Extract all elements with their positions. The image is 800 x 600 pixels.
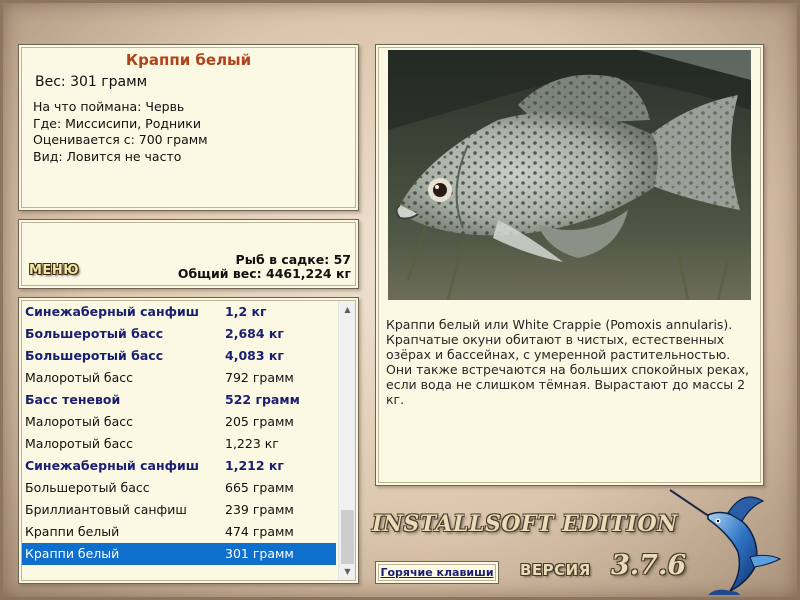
scroll-up-arrow-icon[interactable]: ▲	[339, 301, 356, 318]
list-item-weight: 301 грамм	[225, 546, 294, 561]
total-weight: Общий вес: 4461,224 кг	[177, 266, 351, 281]
location-line: Где: Миссисипи, Родники	[33, 115, 201, 131]
list-item-name: Малоротый басс	[25, 436, 134, 451]
list-item[interactable]: Краппи белый 474 грамм	[22, 521, 336, 543]
list-item-weight: 474 грамм	[225, 524, 294, 539]
menu-button[interactable]: МЕНЮ	[29, 263, 79, 278]
list-item-name: Большеротый басс	[25, 326, 164, 341]
list-item[interactable]: Синежаберный санфиш 1,212 кг	[22, 455, 336, 477]
edition-title: INSTALLSOFT EDITION	[372, 511, 678, 537]
fish-media-panel: Краппи белый или White Crappie (Pomoxis …	[375, 44, 764, 486]
list-item[interactable]: Большеротый басс 665 грамм	[22, 477, 336, 499]
list-item-name: Бриллиантовый санфиш	[25, 502, 187, 517]
fish-description: Краппи белый или White Crappie (Pomoxis …	[386, 317, 749, 407]
list-item-weight: 792 грамм	[225, 370, 294, 385]
list-item-name: Большеротый басс	[25, 480, 150, 495]
list-item-name: Синежаберный санфиш	[25, 458, 200, 473]
fish-count: Рыб в садке: 57	[235, 252, 351, 267]
list-item-weight: 2,684 кг	[225, 326, 284, 341]
list-item-name: Малоротый басс	[25, 370, 134, 385]
hotkeys-link[interactable]: Горячие клавиши	[375, 561, 499, 584]
list-item[interactable]: Малоротый басс 792 грамм	[22, 367, 336, 389]
list-item-weight: 239 грамм	[225, 502, 294, 517]
scroll-thumb[interactable]	[341, 510, 354, 564]
fish-info-panel: Краппи белый Вес: 301 грамм На что пойма…	[18, 44, 359, 211]
fish-weight: Вес: 301 грамм	[35, 74, 148, 90]
catch-list[interactable]: Синежаберный санфиш 1,2 кг Большеротый ба…	[18, 297, 359, 584]
list-item[interactable]: Басс теневой 522 грамм	[22, 389, 336, 411]
list-item[interactable]: Большеротый басс 2,684 кг	[22, 323, 336, 345]
list-item-name: Малоротый басс	[25, 414, 134, 429]
list-item-weight: 522 грамм	[225, 392, 300, 407]
list-item[interactable]: Синежаберный санфиш 1,2 кг	[22, 301, 336, 323]
list-item-weight: 4,083 кг	[225, 348, 284, 363]
list-item-weight: 1,2 кг	[225, 304, 267, 319]
fish-title: Краппи белый	[125, 51, 252, 69]
list-item-name: Большеротый басс	[25, 348, 164, 363]
list-item-weight: 665 грамм	[225, 480, 294, 495]
list-item-weight: 1,212 кг	[225, 458, 284, 473]
marlin-logo-icon	[668, 487, 788, 595]
scroll-down-arrow-icon[interactable]: ▼	[339, 563, 356, 580]
version-label: ВЕРСИЯ	[520, 561, 591, 579]
list-item-name: Синежаберный санфиш	[25, 304, 200, 319]
list-item-weight: 1,223 кг	[225, 436, 279, 451]
catch-list-rows: Синежаберный санфиш 1,2 кг Большеротый ба…	[22, 301, 336, 565]
bait-line: На что поймана: Червь	[33, 99, 185, 114]
list-item[interactable]: Большеротый басс 4,083 кг	[22, 345, 336, 367]
list-scrollbar[interactable]: ▲ ▼	[338, 301, 355, 580]
value-line: Оценивается с: 700 грамм	[33, 132, 208, 147]
list-item-name: Басс теневой	[25, 392, 121, 407]
list-item[interactable]: Бриллиантовый санфиш 239 грамм	[22, 499, 336, 521]
fish-details: На что поймана: Червь Где: Миссисипи, Ро…	[33, 99, 344, 165]
kind-line: Вид: Ловится не часто	[33, 148, 182, 164]
list-item-weight: 205 грамм	[225, 414, 294, 429]
list-item-name: Краппи белый	[25, 546, 120, 561]
list-item-name: Краппи белый	[25, 524, 120, 539]
list-item[interactable]: Малоротый басс 205 грамм	[22, 411, 336, 433]
list-item[interactable]: Малоротый басс 1,223 кг	[22, 433, 336, 455]
cage-stats-panel: МЕНЮ Рыб в садке: 57 Общий вес: 4461,224…	[18, 219, 359, 289]
list-item-selected[interactable]: Краппи белый 301 грамм	[22, 543, 336, 565]
white-crappie-photo	[388, 50, 751, 300]
